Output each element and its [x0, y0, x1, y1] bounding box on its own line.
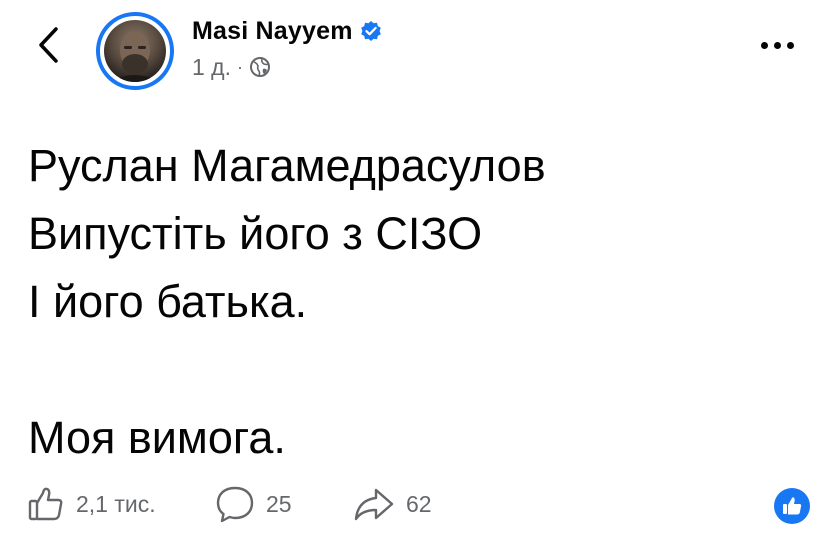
like-icon: [28, 487, 63, 521]
post-line: Випустіть його з СІЗО: [28, 208, 483, 259]
chevron-left-icon: [39, 27, 58, 63]
more-icon-dot: [773, 41, 781, 49]
author-name[interactable]: Masi Nayyem: [192, 17, 353, 46]
post-time[interactable]: 1 д.: [192, 54, 231, 81]
more-options-button[interactable]: [752, 30, 802, 60]
author-name-row: Masi Nayyem: [192, 14, 383, 48]
more-icon-dot: [786, 41, 794, 49]
comment-count: 25: [266, 490, 292, 517]
post-meta: 1 д. ·: [192, 52, 271, 82]
post-line: Руслан Магамедрасулов: [28, 140, 546, 191]
comment-button[interactable]: 25: [214, 478, 292, 530]
verified-badge-icon: [360, 21, 381, 41]
avatar: [104, 20, 166, 82]
post-body: Руслан Магамедрасулов Випустіть його з С…: [28, 132, 808, 472]
back-button[interactable]: [28, 22, 68, 68]
more-icon: [760, 41, 768, 49]
post-actions: 2,1 тис. 25 62: [24, 478, 814, 530]
share-icon: [354, 488, 394, 521]
avatar-image: [110, 31, 160, 82]
like-button[interactable]: 2,1 тис.: [26, 478, 156, 530]
globe-icon: [250, 57, 270, 77]
post-line: І його батька.: [28, 276, 308, 327]
like-count: 2,1 тис.: [76, 490, 156, 517]
post-line: Моя вимога.: [28, 412, 286, 463]
share-button[interactable]: 62: [352, 478, 432, 530]
share-count: 62: [406, 490, 432, 517]
like-reaction-badge[interactable]: [774, 488, 810, 524]
meta-separator: ·: [237, 56, 243, 77]
author-avatar[interactable]: [96, 12, 174, 90]
post-line-break: [28, 336, 808, 404]
post-header: Masi Nayyem 1 д. ·: [0, 0, 828, 100]
comment-icon: [216, 486, 254, 523]
like-reaction-icon: [783, 497, 802, 515]
